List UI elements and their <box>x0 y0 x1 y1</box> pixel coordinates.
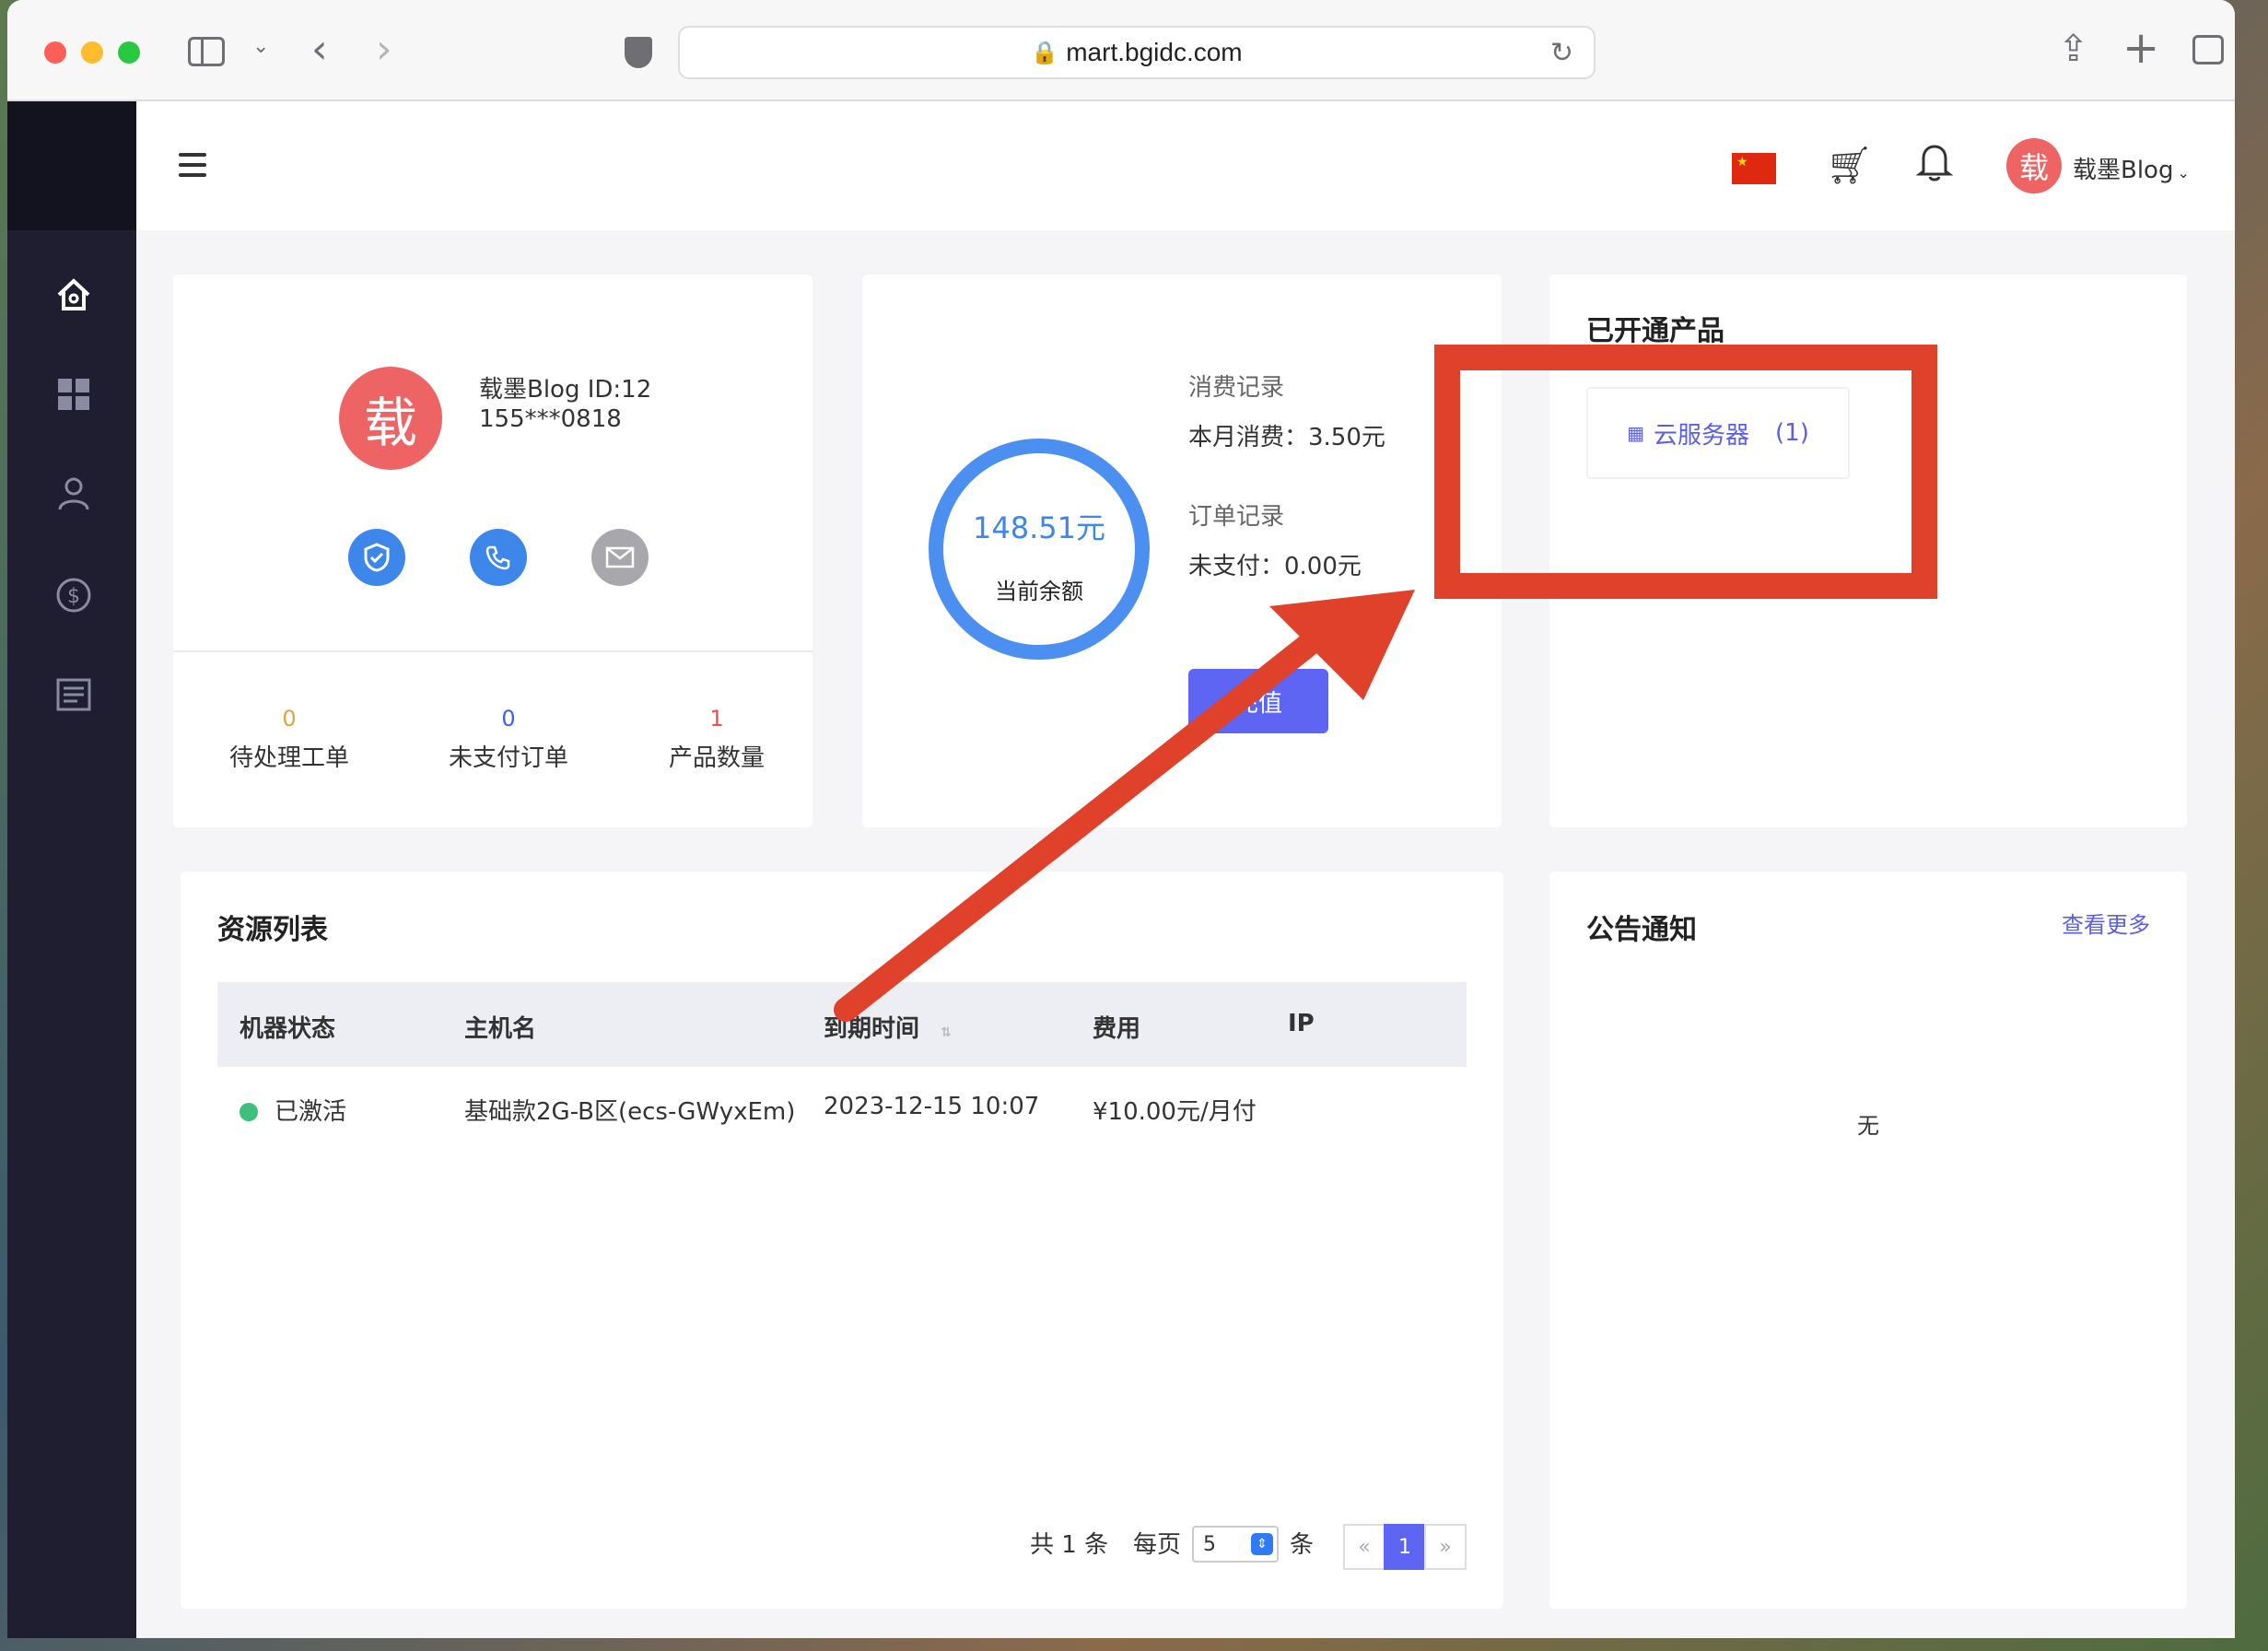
unpaid-amount-value: 未支付：0.00元 <box>1188 553 1362 580</box>
app-sidebar: $ <box>7 101 136 1638</box>
profile-divider <box>173 650 813 652</box>
pending-tickets-count: 0 <box>282 706 297 732</box>
pager-unit: 条 <box>1290 1531 1315 1559</box>
privacy-shield-icon[interactable] <box>625 37 652 68</box>
active-products-card: 已开通产品 ▦ 云服务器 (1) <box>1549 275 2187 827</box>
billing-dollar-icon[interactable]: $ <box>53 575 94 615</box>
row-status: 已激活 <box>240 1093 346 1127</box>
notices-title: 公告通知 <box>1586 914 1697 946</box>
back-arrow-icon[interactable]: ‹ <box>311 26 328 73</box>
avatar[interactable]: 载 <box>2006 138 2062 193</box>
per-page-select[interactable]: 5 ⇕ <box>1192 1526 1279 1563</box>
month-consume-value: 本月消费：3.50元 <box>1188 424 1385 451</box>
balance-amount: 148.51元 <box>973 510 1105 545</box>
forward-arrow-icon[interactable]: › <box>376 26 392 73</box>
balance-ring: 148.51元 当前余额 <box>929 439 1150 660</box>
profile-phone: 155***0818 <box>479 405 622 433</box>
url-text: mart.bgidc.com <box>1066 38 1243 66</box>
col-expire-label: 到期时间 <box>824 1015 920 1043</box>
pager-per-page-label: 每页 <box>1133 1531 1182 1559</box>
phone-verified-icon[interactable] <box>470 529 527 586</box>
tab-overview-icon[interactable] <box>2192 35 2224 64</box>
col-expire[interactable]: 到期时间 ⇅ <box>824 1010 952 1044</box>
unpaid-orders-stat[interactable]: 0 未支付订单 <box>416 706 601 773</box>
unpaid-orders-count: 0 <box>501 706 516 732</box>
col-status: 机器状态 <box>240 1015 336 1043</box>
balance-label: 当前余额 <box>995 579 1083 604</box>
profile-avatar: 载 <box>339 367 442 470</box>
col-hostname: 主机名 <box>464 1015 537 1043</box>
user-icon[interactable] <box>53 474 94 514</box>
col-fee: 费用 <box>1093 1015 1141 1043</box>
lock-icon: 🔒 <box>1031 40 1059 65</box>
browser-window: ⌄ ‹ › 🔒 mart.bgidc.com ↻ ⇪ + $ ★ 🛒︎ 载 载墨… <box>7 0 2235 1638</box>
share-icon[interactable]: ⇪ <box>2058 28 2089 70</box>
pager-page-1[interactable]: 1 <box>1384 1524 1426 1570</box>
row-expire: 2023-12-15 10:07 <box>824 1093 1040 1120</box>
table-row[interactable]: 已激活 基础款2G-B区(ecs-GWyxEm) 2023-12-15 10:0… <box>217 1067 1467 1148</box>
product-count-value: 1 <box>709 706 724 732</box>
svg-text:$: $ <box>67 585 80 608</box>
product-count-stat[interactable]: 1 产品数量 <box>625 706 809 773</box>
close-window-button[interactable] <box>44 41 66 64</box>
consume-record-link[interactable]: 消费记录 <box>1188 369 1284 403</box>
language-flag-icon[interactable] <box>1732 153 1776 184</box>
profile-name-id: 载墨Blog ID:12 <box>479 376 652 404</box>
status-dot-icon <box>240 1103 258 1121</box>
notices-card: 公告通知 查看更多 无 <box>1549 872 2187 1609</box>
per-page-value: 5 <box>1203 1533 1216 1556</box>
active-products-title: 已开通产品 <box>1586 315 1724 347</box>
notification-bell-icon[interactable] <box>1915 142 1954 192</box>
app-header: 🛒︎ 载 载墨Blog⌄ <box>136 101 2235 230</box>
product-name: 云服务器 <box>1654 421 1750 450</box>
verified-shield-icon[interactable] <box>348 529 405 586</box>
row-fee: ¥10.00元/月付 <box>1093 1098 1257 1126</box>
document-list-icon[interactable] <box>53 674 94 715</box>
email-icon[interactable] <box>591 529 649 586</box>
user-name-label: 载墨Blog <box>2073 157 2174 184</box>
product-count-label: 产品数量 <box>668 744 765 772</box>
pending-tickets-stat[interactable]: 0 待处理工单 <box>197 706 381 773</box>
reload-icon[interactable]: ↻ <box>1550 37 1573 69</box>
dashboard-grid-icon[interactable] <box>53 374 94 415</box>
col-ip: IP <box>1288 1010 1315 1037</box>
browser-toolbar: ⌄ ‹ › 🔒 mart.bgidc.com ↻ ⇪ + <box>7 0 2235 101</box>
product-count: (1) <box>1775 419 1809 447</box>
zoom-window-button[interactable] <box>118 41 140 64</box>
notices-empty-text: 无 <box>1857 1113 1879 1139</box>
pager-prev-button[interactable]: « <box>1343 1524 1385 1570</box>
recharge-button[interactable]: 充值 <box>1188 669 1328 733</box>
sort-icon[interactable]: ⇅ <box>941 1025 952 1040</box>
pager-next-button[interactable]: » <box>1424 1524 1467 1570</box>
order-record-link[interactable]: 订单记录 <box>1188 498 1284 532</box>
pager-total: 共 1 条 <box>1030 1531 1109 1559</box>
user-menu[interactable]: 载墨Blog ⌄ <box>2073 151 2190 185</box>
pending-tickets-label: 待处理工单 <box>228 744 349 772</box>
resource-table: 机器状态 主机名 到期时间 ⇅ 费用 IP 已激活 基础款2G-B区(ecs-G… <box>217 982 1467 1148</box>
row-status-label: 已激活 <box>275 1098 347 1126</box>
home-icon[interactable] <box>53 275 94 315</box>
resource-list-title: 资源列表 <box>217 914 328 946</box>
product-item-cloud-server[interactable]: ▦ 云服务器 (1) <box>1586 387 1850 479</box>
view-more-link[interactable]: 查看更多 <box>2062 907 2150 939</box>
unpaid-orders-label: 未支付订单 <box>448 744 568 772</box>
address-bar[interactable]: 🔒 mart.bgidc.com ↻ <box>678 26 1596 79</box>
chevron-down-icon: ⌄ <box>2177 164 2190 181</box>
menu-hamburger-icon[interactable] <box>179 153 206 183</box>
grid-icon: ▦ <box>1627 422 1645 444</box>
minimize-window-button[interactable] <box>81 41 103 64</box>
row-hostname[interactable]: 基础款2G-B区(ecs-GWyxEm) <box>464 1093 795 1127</box>
table-header: 机器状态 主机名 到期时间 ⇅ 费用 IP <box>217 982 1467 1067</box>
profile-card: 载 载墨Blog ID:12 155***0818 0 待处理工单 0 未支付订… <box>173 275 813 827</box>
select-arrow-icon: ⇕ <box>1251 1533 1273 1555</box>
balance-card: 148.51元 当前余额 消费记录 本月消费：3.50元 订单记录 未支付：0.… <box>862 275 1502 827</box>
sidebar-logo-area <box>7 101 136 230</box>
new-tab-icon[interactable]: + <box>2122 22 2159 74</box>
chevron-down-icon[interactable]: ⌄ <box>252 35 269 58</box>
sidebar-toggle-icon[interactable] <box>188 37 225 66</box>
resource-list-card: 资源列表 机器状态 主机名 到期时间 ⇅ 费用 IP 已激活 基础款2G-B区(… <box>181 872 1503 1609</box>
cart-icon[interactable]: 🛒︎ <box>1826 144 1873 187</box>
